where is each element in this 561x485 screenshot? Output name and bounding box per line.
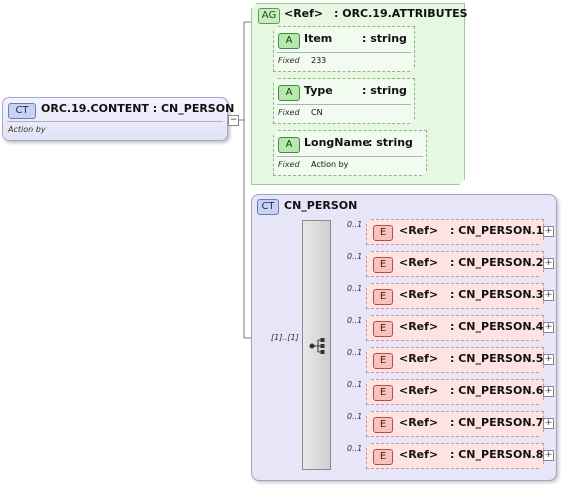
attribute-group-name: : ORC.19.ATTRIBUTES xyxy=(334,7,468,20)
fixed-value: CN xyxy=(311,108,323,117)
sequence-icon xyxy=(309,338,325,354)
root-annotation: Action by xyxy=(8,125,46,134)
element-badge: E xyxy=(373,449,393,465)
fixed-label: Fixed xyxy=(278,56,300,65)
expand-toggle[interactable]: + xyxy=(543,418,554,429)
divider xyxy=(277,104,411,105)
expand-toggle[interactable]: + xyxy=(543,450,554,461)
element-name: : CN_PERSON.7 xyxy=(450,416,544,429)
attribute-group-badge: AG xyxy=(258,8,280,24)
sequence-cardinality: [1]..[1] xyxy=(271,333,299,342)
element-cn-person-8[interactable]: E <Ref> : CN_PERSON.8 xyxy=(366,443,544,469)
fixed-value: Action by xyxy=(311,160,349,169)
element-name: : CN_PERSON.3 xyxy=(450,288,544,301)
element-badge: E xyxy=(373,321,393,337)
element-name: : CN_PERSON.4 xyxy=(450,320,544,333)
expand-toggle[interactable]: + xyxy=(543,226,554,237)
element-ref: <Ref> xyxy=(399,256,439,269)
element-badge: E xyxy=(373,289,393,305)
attribute-name: LongName xyxy=(304,136,370,149)
attribute-item[interactable]: A Item : string Fixed 233 xyxy=(273,26,415,72)
element-name: : CN_PERSON.8 xyxy=(450,448,544,461)
fixed-label: Fixed xyxy=(278,108,300,117)
attribute-type-item[interactable]: A Type : string Fixed CN xyxy=(273,78,415,124)
element-cardinality: 0..1 xyxy=(347,412,363,421)
element-ref: <Ref> xyxy=(399,416,439,429)
attribute-badge: A xyxy=(278,85,300,101)
complex-type-badge: CT xyxy=(8,103,36,119)
element-cardinality: 0..1 xyxy=(347,316,363,325)
element-badge: E xyxy=(373,225,393,241)
complex-type-badge: CT xyxy=(257,199,279,215)
root-type-name: ORC.19.CONTENT : CN_PERSON xyxy=(41,102,235,115)
expand-toggle[interactable]: + xyxy=(543,322,554,333)
element-cn-person-5[interactable]: E <Ref> : CN_PERSON.5 xyxy=(366,347,544,373)
element-ref: <Ref> xyxy=(399,384,439,397)
attribute-type: : string xyxy=(362,84,407,97)
element-ref: <Ref> xyxy=(399,352,439,365)
element-cn-person-6[interactable]: E <Ref> : CN_PERSON.6 xyxy=(366,379,544,405)
element-cn-person-1[interactable]: E <Ref> : CN_PERSON.1 xyxy=(366,219,544,245)
element-cardinality: 0..1 xyxy=(347,380,363,389)
expand-toggle[interactable]: + xyxy=(543,386,554,397)
attribute-longname[interactable]: A LongName : string Fixed Action by xyxy=(273,130,427,176)
attribute-name: Item xyxy=(304,32,333,45)
attribute-type: : string xyxy=(368,136,413,149)
element-badge: E xyxy=(373,417,393,433)
attribute-name: Type xyxy=(304,84,333,97)
element-ref: <Ref> xyxy=(399,320,439,333)
expand-toggle[interactable]: + xyxy=(543,354,554,365)
collapse-toggle[interactable]: − xyxy=(228,115,239,126)
element-cn-person-7[interactable]: E <Ref> : CN_PERSON.7 xyxy=(366,411,544,437)
divider xyxy=(277,52,411,53)
divider xyxy=(277,156,423,157)
attribute-group-ref: <Ref> xyxy=(284,7,324,20)
divider xyxy=(7,121,223,122)
element-cardinality: 0..1 xyxy=(347,220,363,229)
attribute-badge: A xyxy=(278,33,300,49)
expand-toggle[interactable]: + xyxy=(543,258,554,269)
element-cn-person-2[interactable]: E <Ref> : CN_PERSON.2 xyxy=(366,251,544,277)
expand-toggle[interactable]: + xyxy=(543,290,554,301)
sequence-compositor[interactable] xyxy=(302,220,331,470)
element-cn-person-3[interactable]: E <Ref> : CN_PERSON.3 xyxy=(366,283,544,309)
element-ref: <Ref> xyxy=(399,224,439,237)
attribute-badge: A xyxy=(278,137,300,153)
element-name: : CN_PERSON.5 xyxy=(450,352,544,365)
fixed-value: 233 xyxy=(311,56,327,65)
element-cardinality: 0..1 xyxy=(347,284,363,293)
element-cardinality: 0..1 xyxy=(347,348,363,357)
element-name: : CN_PERSON.2 xyxy=(450,256,544,269)
element-name: : CN_PERSON.1 xyxy=(450,224,544,237)
element-ref: <Ref> xyxy=(399,448,439,461)
attribute-type: : string xyxy=(362,32,407,45)
element-badge: E xyxy=(373,353,393,369)
root-complex-type[interactable]: CT ORC.19.CONTENT : CN_PERSON Action by xyxy=(2,97,234,141)
fixed-label: Fixed xyxy=(278,160,300,169)
element-badge: E xyxy=(373,257,393,273)
element-badge: E xyxy=(373,385,393,401)
element-ref: <Ref> xyxy=(399,288,439,301)
element-cardinality: 0..1 xyxy=(347,444,363,453)
element-cn-person-4[interactable]: E <Ref> : CN_PERSON.4 xyxy=(366,315,544,341)
complex-type-name: CN_PERSON xyxy=(284,199,358,212)
element-cardinality: 0..1 xyxy=(347,252,363,261)
element-name: : CN_PERSON.6 xyxy=(450,384,544,397)
